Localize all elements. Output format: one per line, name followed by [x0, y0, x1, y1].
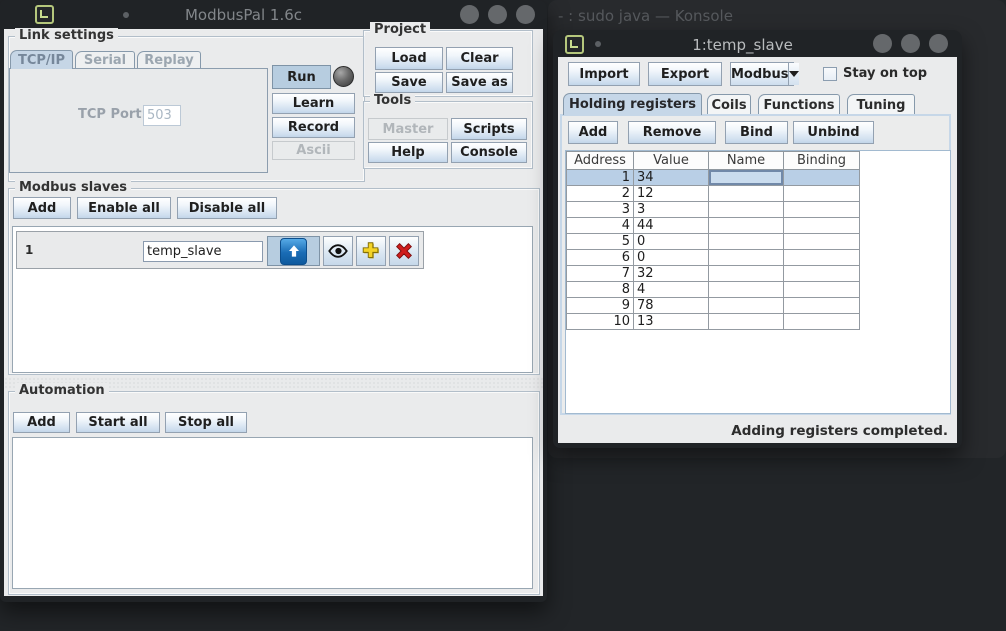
- link-settings-title: Link settings: [15, 28, 118, 43]
- window-button-icon[interactable]: [460, 5, 479, 24]
- slave-duplicate-button[interactable]: [356, 236, 386, 266]
- clear-button[interactable]: Clear: [446, 47, 513, 70]
- table-row[interactable]: 8 4: [567, 282, 860, 298]
- combobox-value: Modbus: [731, 63, 788, 85]
- window-button-icon[interactable]: [516, 5, 535, 24]
- tools-title: Tools: [370, 93, 415, 108]
- link-status-led-icon: [333, 66, 354, 87]
- slave-editor-window: 1:temp_slave Import Export Modbus Stay o…: [553, 30, 962, 448]
- import-button[interactable]: Import: [568, 62, 640, 86]
- learn-button[interactable]: Learn: [272, 93, 355, 114]
- table-row[interactable]: 7 32: [567, 266, 860, 282]
- table-row[interactable]: 5 0: [567, 234, 860, 250]
- window-button-icon[interactable]: [488, 5, 507, 24]
- save-as-button[interactable]: Save as: [446, 72, 513, 93]
- table-row[interactable]: 3 3: [567, 202, 860, 218]
- slave-view-button[interactable]: [323, 236, 353, 266]
- start-all-button[interactable]: Start all: [76, 412, 160, 433]
- slave-id: 1: [25, 243, 33, 257]
- tab-functions[interactable]: Functions: [758, 94, 840, 115]
- stop-all-button[interactable]: Stop all: [165, 412, 247, 433]
- run-button[interactable]: Run: [272, 65, 331, 89]
- scripts-button[interactable]: Scripts: [451, 118, 527, 140]
- modbus-slaves-title: Modbus slaves: [15, 180, 131, 195]
- slave-enable-toggle[interactable]: [267, 236, 320, 266]
- slaves-add-button[interactable]: Add: [13, 197, 71, 219]
- window-button-icon[interactable]: [901, 34, 920, 53]
- col-value[interactable]: Value: [634, 152, 709, 170]
- registers-table: Address Value Name Binding 1 34 2: [566, 151, 860, 330]
- chevron-down-icon[interactable]: [788, 63, 799, 85]
- disable-all-button[interactable]: Disable all: [177, 197, 277, 219]
- modbuspal-window: ModbusPal 1.6c Link settings TCP/IP Seri…: [0, 0, 547, 602]
- stay-on-top-checkbox[interactable]: [823, 67, 837, 81]
- register-remove-button[interactable]: Remove: [628, 121, 716, 144]
- automation-add-button[interactable]: Add: [13, 412, 70, 433]
- automation-title: Automation: [15, 383, 109, 398]
- slave-delete-button[interactable]: [389, 236, 419, 266]
- red-x-icon: [393, 240, 415, 262]
- col-name[interactable]: Name: [709, 152, 784, 170]
- console-button[interactable]: Console: [451, 142, 527, 163]
- help-button[interactable]: Help: [368, 142, 448, 163]
- yellow-plus-icon: [360, 240, 382, 262]
- window-controls: [873, 34, 948, 53]
- col-address[interactable]: Address: [567, 152, 634, 170]
- window-controls: [460, 5, 535, 24]
- tab-tcpip[interactable]: TCP/IP: [10, 50, 73, 69]
- table-row[interactable]: 4 44: [567, 218, 860, 234]
- col-binding[interactable]: Binding: [784, 152, 860, 170]
- register-bind-button[interactable]: Bind: [725, 121, 788, 144]
- save-button[interactable]: Save: [375, 72, 443, 93]
- load-button[interactable]: Load: [375, 47, 443, 70]
- table-row[interactable]: 1 34: [567, 170, 860, 186]
- table-header-row: Address Value Name Binding: [567, 152, 860, 170]
- slave-name-field[interactable]: [143, 241, 263, 262]
- export-button[interactable]: Export: [648, 62, 722, 86]
- tab-replay[interactable]: Replay: [137, 51, 201, 69]
- tab-tuning[interactable]: Tuning: [847, 94, 915, 115]
- tab-coils[interactable]: Coils: [707, 94, 751, 115]
- up-arrow-icon: [280, 238, 307, 265]
- registers-scrollpane[interactable]: Address Value Name Binding 1 34 2: [565, 150, 951, 414]
- window-button-icon[interactable]: [873, 34, 892, 53]
- desktop: - : sudo java — Konsole ModbusPal 1.6c L…: [0, 0, 1006, 631]
- table-row[interactable]: 2 12: [567, 186, 860, 202]
- project-title: Project: [370, 22, 430, 37]
- tab-holding-registers[interactable]: Holding registers: [563, 93, 702, 115]
- table-row[interactable]: 9 78: [567, 298, 860, 314]
- eye-icon: [327, 240, 349, 262]
- mode-combobox[interactable]: Modbus: [730, 62, 794, 86]
- enable-all-button[interactable]: Enable all: [77, 197, 171, 219]
- window-button-icon[interactable]: [929, 34, 948, 53]
- stay-on-top-label: Stay on top: [843, 66, 927, 81]
- table-row[interactable]: 10 13: [567, 314, 860, 330]
- register-unbind-button[interactable]: Unbind: [793, 121, 874, 144]
- tcp-port-label: TCP Port:: [78, 107, 147, 122]
- ascii-button: Ascii: [272, 141, 355, 160]
- tab-serial[interactable]: Serial: [75, 51, 135, 69]
- register-add-button[interactable]: Add: [568, 121, 618, 144]
- focused-cell[interactable]: [709, 170, 784, 186]
- status-bar: Adding registers completed.: [558, 418, 957, 443]
- konsole-window-title: - : sudo java — Konsole: [558, 7, 733, 25]
- table-row[interactable]: 6 0: [567, 250, 860, 266]
- record-button[interactable]: Record: [272, 117, 355, 138]
- tcp-port-field[interactable]: [143, 105, 181, 126]
- master-button: Master: [368, 118, 448, 140]
- automation-list: [12, 437, 533, 589]
